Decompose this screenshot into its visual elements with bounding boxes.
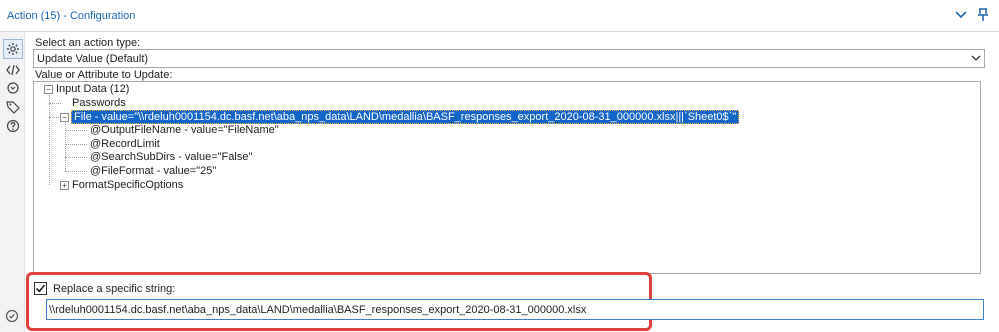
tree-node-file[interactable]: File - value="\\rdeluh0001154.dc.basf.ne… bbox=[71, 110, 740, 124]
tree-connector bbox=[65, 171, 87, 172]
replace-label: Replace a specific string: bbox=[53, 283, 176, 295]
chevron-down-icon bbox=[971, 53, 981, 63]
tag-icon[interactable] bbox=[5, 99, 21, 115]
refresh-icon[interactable] bbox=[5, 80, 21, 96]
replace-string-field[interactable] bbox=[46, 299, 984, 320]
expand-toggle[interactable]: + bbox=[60, 181, 69, 190]
replace-checkbox[interactable] bbox=[34, 282, 47, 295]
chevron-down-icon[interactable] bbox=[953, 7, 969, 23]
tree-connector bbox=[49, 95, 50, 185]
action-type-label: Select an action type: bbox=[35, 37, 141, 49]
attribute-tree[interactable]: − Input Data (12) Passwords − File - val… bbox=[33, 81, 981, 274]
tree-node-passwords[interactable]: Passwords bbox=[72, 97, 126, 109]
tree-node-input-data[interactable]: Input Data (12) bbox=[56, 83, 129, 95]
tree-connector bbox=[49, 103, 61, 104]
sidebar: ... bbox=[0, 32, 25, 332]
action-type-value: Update Value (Default) bbox=[37, 53, 149, 65]
tree-node-recordlimit[interactable]: @RecordLimit bbox=[90, 138, 160, 150]
tree-connector bbox=[65, 157, 87, 158]
collapse-toggle[interactable]: − bbox=[44, 85, 53, 94]
check-circle-icon[interactable] bbox=[5, 309, 21, 325]
action-type-select[interactable]: Update Value (Default) bbox=[33, 49, 985, 68]
tree-connector bbox=[65, 144, 87, 145]
tree-node-outputfilename[interactable]: @OutputFileName - value="FileName" bbox=[90, 124, 279, 136]
value-attribute-label: Value or Attribute to Update: bbox=[35, 69, 173, 81]
tree-connector bbox=[65, 130, 87, 131]
window-title: Action (15) - Configuration bbox=[7, 10, 136, 22]
pin-icon[interactable] bbox=[975, 7, 991, 23]
tree-node-searchsubdirs[interactable]: @SearchSubDirs - value="False" bbox=[90, 151, 252, 163]
tree-node-formatspecificoptions[interactable]: FormatSpecificOptions bbox=[72, 179, 183, 191]
gear-icon[interactable] bbox=[3, 39, 23, 59]
tree-node-fileformat[interactable]: @FileFormat - value="25" bbox=[90, 165, 216, 177]
replace-string-input[interactable] bbox=[49, 302, 979, 317]
help-icon[interactable] bbox=[5, 118, 21, 134]
collapse-toggle[interactable]: − bbox=[60, 113, 69, 122]
code-icon[interactable] bbox=[5, 62, 21, 78]
tree-connector bbox=[49, 117, 59, 118]
title-bar: Action (15) - Configuration bbox=[0, 0, 999, 32]
